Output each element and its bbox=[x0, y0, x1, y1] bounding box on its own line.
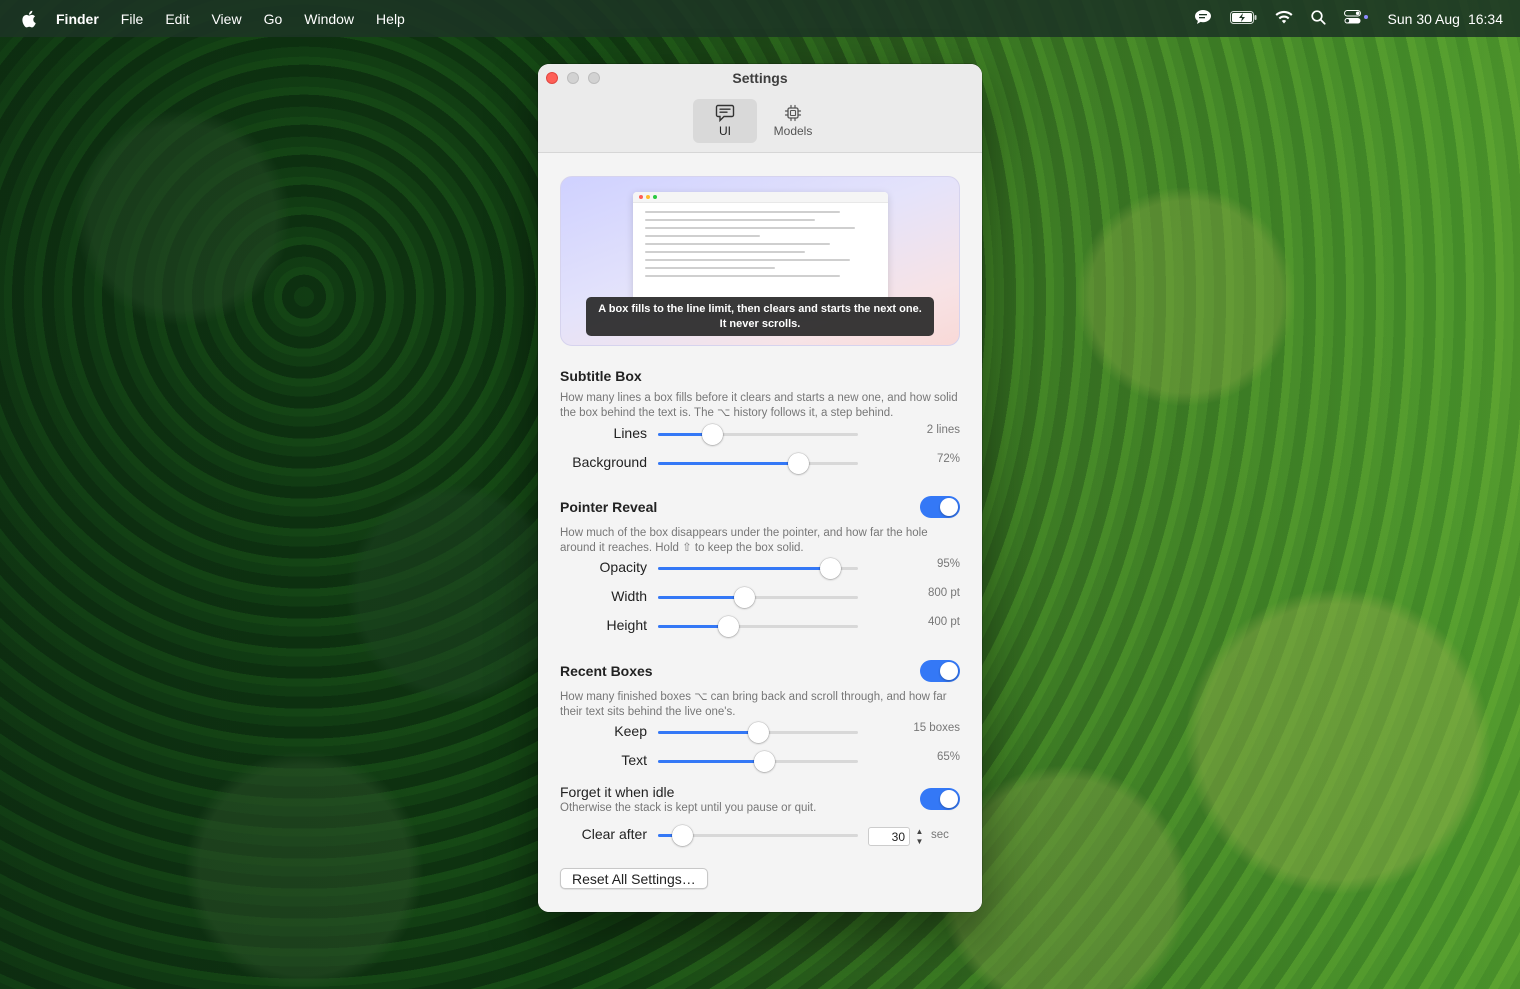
pointer-reveal-title: Pointer Reveal bbox=[560, 499, 658, 515]
lines-label: Lines bbox=[613, 425, 647, 441]
tab-models-label: Models bbox=[773, 124, 813, 138]
clear-after-unit: sec bbox=[931, 829, 949, 841]
subtitle-box-description: How many lines a box fills before it cle… bbox=[560, 392, 958, 419]
height-slider-row: Height 400 pt bbox=[538, 616, 982, 637]
chat-bubble-icon bbox=[715, 104, 735, 122]
tab-models[interactable]: Models bbox=[761, 99, 825, 143]
text-slider-row: Text 65% bbox=[538, 751, 982, 772]
clear-after-slider-thumb[interactable] bbox=[672, 825, 693, 846]
menu-bar: Finder File Edit View Go Window Help Sun… bbox=[0, 0, 1520, 37]
forget-idle-description: Otherwise the stack is kept until you pa… bbox=[560, 802, 817, 814]
window-title: Settings bbox=[732, 70, 788, 86]
lines-slider-row: Lines 2 lines bbox=[538, 424, 982, 445]
settings-window: Settings UI Models A box fills to the li… bbox=[538, 64, 982, 912]
background-value: 72% bbox=[936, 453, 960, 465]
background-label: Background bbox=[572, 454, 647, 470]
wifi-icon[interactable] bbox=[1275, 10, 1293, 27]
clear-after-label: Clear after bbox=[581, 826, 647, 842]
lines-slider[interactable] bbox=[658, 424, 858, 445]
menu-go[interactable]: Go bbox=[253, 11, 294, 27]
clear-after-slider[interactable] bbox=[658, 825, 858, 846]
menu-clock[interactable]: Sun 30 Aug 16:34 bbox=[1388, 11, 1503, 27]
menu-edit[interactable]: Edit bbox=[154, 11, 200, 27]
text-value: 65% bbox=[936, 751, 960, 763]
height-slider-thumb[interactable] bbox=[718, 616, 739, 637]
forget-idle-toggle[interactable] bbox=[920, 788, 960, 810]
keep-slider-thumb[interactable] bbox=[748, 722, 769, 743]
control-center-icon[interactable] bbox=[1343, 10, 1370, 27]
pointer-reveal-description: How much of the box disappears under the… bbox=[560, 527, 928, 554]
forget-idle-title: Forget it when idle bbox=[560, 784, 675, 800]
lines-slider-thumb[interactable] bbox=[702, 424, 723, 445]
recent-boxes-description: How many finished boxes ⌥ can bring back… bbox=[560, 691, 947, 718]
background-slider-row: Background 72% bbox=[538, 453, 982, 474]
width-slider-row: Width 800 pt bbox=[538, 587, 982, 608]
tab-ui[interactable]: UI bbox=[693, 99, 757, 143]
opacity-value: 95% bbox=[936, 558, 960, 570]
stepper-up-icon[interactable]: ▲ bbox=[916, 827, 924, 836]
opacity-slider-row: Opacity 95% bbox=[538, 558, 982, 579]
text-slider[interactable] bbox=[658, 751, 858, 772]
width-label: Width bbox=[611, 588, 647, 604]
menu-file[interactable]: File bbox=[110, 11, 155, 27]
menu-window[interactable]: Window bbox=[293, 11, 365, 27]
keep-value: 15 boxes bbox=[913, 722, 960, 734]
keep-label: Keep bbox=[614, 723, 647, 739]
menu-view[interactable]: View bbox=[200, 11, 252, 27]
height-value: 400 pt bbox=[928, 616, 960, 628]
menu-date: Sun 30 Aug bbox=[1387, 10, 1460, 27]
text-label: Text bbox=[621, 752, 647, 768]
tab-ui-label: UI bbox=[719, 124, 731, 138]
width-value: 800 pt bbox=[928, 587, 960, 599]
subtitle-box-title: Subtitle Box bbox=[560, 368, 642, 384]
height-label: Height bbox=[606, 617, 647, 633]
opacity-label: Opacity bbox=[599, 559, 647, 575]
preview-caption: A box fills to the line limit, then clea… bbox=[586, 297, 934, 336]
lines-value: 2 lines bbox=[926, 424, 960, 436]
menu-time: 16:34 bbox=[1467, 10, 1503, 27]
width-slider-thumb[interactable] bbox=[734, 587, 755, 608]
opacity-slider-thumb[interactable] bbox=[820, 558, 841, 579]
background-slider[interactable] bbox=[658, 453, 858, 474]
text-slider-thumb[interactable] bbox=[754, 751, 775, 772]
spotlight-icon[interactable] bbox=[1310, 9, 1326, 28]
window-titlebar: Settings UI Models bbox=[538, 64, 982, 153]
clear-after-input[interactable]: 30 bbox=[868, 827, 910, 846]
pointer-reveal-toggle[interactable] bbox=[920, 496, 960, 518]
chip-icon bbox=[784, 104, 802, 122]
clear-after-stepper[interactable]: ▲ ▼ bbox=[914, 827, 925, 846]
stepper-down-icon[interactable]: ▼ bbox=[916, 837, 924, 846]
height-slider[interactable] bbox=[658, 616, 858, 637]
opacity-slider[interactable] bbox=[658, 558, 858, 579]
messages-icon[interactable] bbox=[1194, 9, 1212, 28]
menu-finder[interactable]: Finder bbox=[56, 11, 110, 27]
battery-icon[interactable] bbox=[1229, 10, 1257, 27]
toolbar-tabs: UI Models bbox=[693, 99, 825, 143]
background-slider-thumb[interactable] bbox=[788, 453, 809, 474]
preview-mini-window bbox=[633, 192, 888, 312]
width-slider[interactable] bbox=[658, 587, 858, 608]
settings-content: A box fills to the line limit, then clea… bbox=[538, 153, 982, 912]
preview-illustration: A box fills to the line limit, then clea… bbox=[560, 176, 960, 346]
apple-icon[interactable] bbox=[0, 10, 56, 28]
recent-boxes-toggle[interactable] bbox=[920, 660, 960, 682]
menu-help[interactable]: Help bbox=[365, 11, 416, 27]
recent-boxes-title: Recent Boxes bbox=[560, 663, 653, 679]
keep-slider[interactable] bbox=[658, 722, 858, 743]
keep-slider-row: Keep 15 boxes bbox=[538, 722, 982, 743]
reset-all-settings-button[interactable]: Reset All Settings… bbox=[560, 868, 708, 889]
